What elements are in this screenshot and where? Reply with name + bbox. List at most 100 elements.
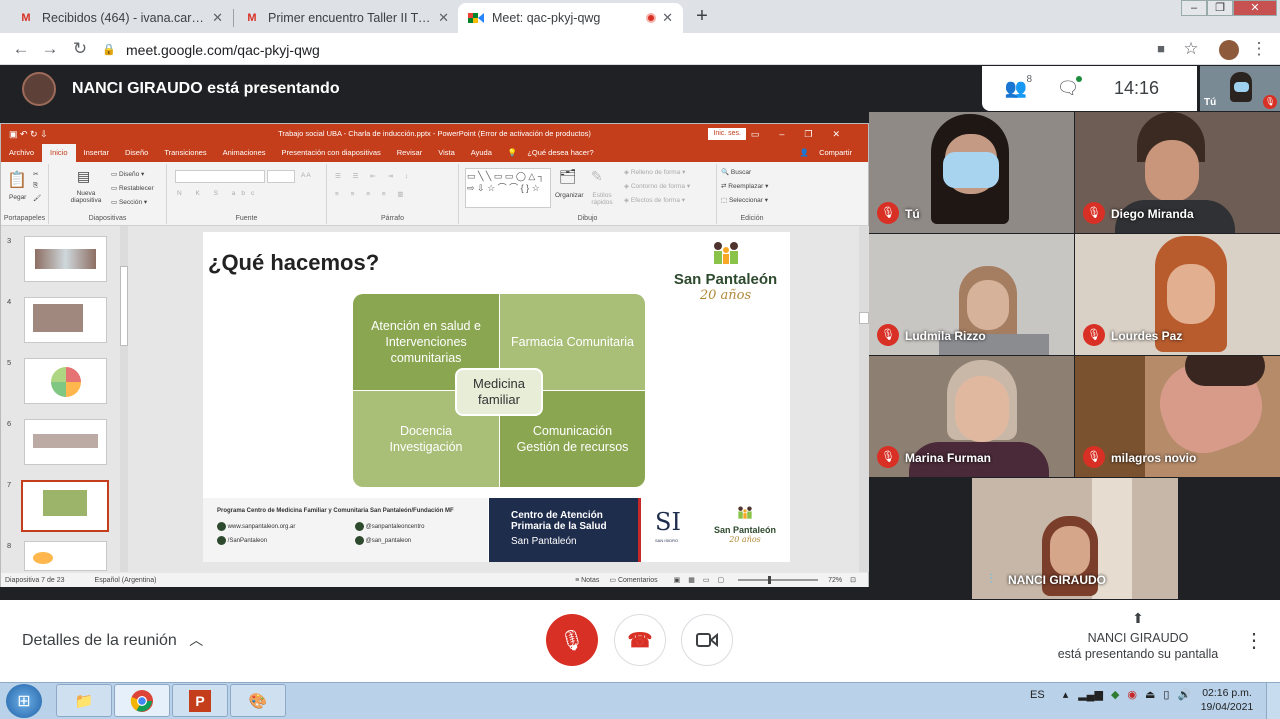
explorer-taskbar-button[interactable]: 📁 [56,684,112,717]
meeting-details-button[interactable]: Detalles de la reunión ︿ [22,630,203,650]
chat-icon[interactable]: 🗨 [1050,76,1086,99]
list-buttons[interactable]: ☰ ☰ ⇤ ⇥ ↕ [335,172,413,180]
participant-tile[interactable]: 🎙 Diego Miranda [1075,112,1280,233]
facebook-link[interactable]: /SanPantaleon [217,536,267,545]
tab-inicio[interactable]: Inicio [42,144,76,162]
fit-slide-icon[interactable]: ⊡ [850,576,856,584]
quick-styles-button[interactable]: Estilos rápidos [589,192,615,206]
align-buttons[interactable]: ≡ ≡ ≡ ≡ ▥ [335,190,409,198]
self-preview[interactable]: Tú 🎙 [1200,66,1280,111]
url-field[interactable]: 🔒 meet.google.com/qac-pkyj-qwg [102,37,1207,62]
paste-icon[interactable]: 📋 [7,170,27,190]
font-family-select[interactable] [175,170,265,183]
slide-thumbnail[interactable] [24,236,107,282]
tab-animaciones[interactable]: Animaciones [215,144,274,162]
find-button[interactable]: 🔍 Buscar [721,168,751,176]
show-desktop-button[interactable] [1266,683,1280,719]
tell-me-field[interactable]: 💡 ¿Qué desea hacer? [500,144,610,162]
antivirus-icon[interactable]: ◉ [1127,688,1137,701]
mic-toggle-button[interactable]: 🎙 [546,614,598,666]
shapes-gallery[interactable]: ▭ ╲ ╲ ▭ ▭ ◯ △ ┐ ⇨ ⇩ ☆ ⌒ ⌒ { } ☆ [465,168,551,208]
slide-thumbnail[interactable] [24,297,107,343]
replace-button[interactable]: ⇄ Reemplazar ▾ [721,182,768,190]
menu-dots-icon[interactable]: ⋮ [1248,38,1270,60]
tab-transiciones[interactable]: Transiciones [156,144,214,162]
tab-meet[interactable]: Meet: qac-pkyj-qwg ✕ [458,3,683,33]
tab-ayuda[interactable]: Ayuda [463,144,500,162]
paste-button[interactable]: Pegar [9,194,26,201]
notes-button[interactable]: ≡ Notas [575,577,599,584]
more-options-icon[interactable]: ⋮ [1244,628,1264,653]
window-controls[interactable]: ▭–❐✕ [751,124,860,144]
close-icon[interactable]: ✕ [212,10,223,26]
new-slide-icon[interactable]: ▤ [77,168,90,185]
twitter-link[interactable]: @san_pantaleon [355,536,411,545]
format-painter-icon[interactable]: 🖌 [33,194,41,202]
share-button[interactable]: 👤 Compartir [792,144,868,162]
profile-avatar[interactable] [1219,40,1239,60]
comments-button[interactable]: ▭ Comentarios [609,576,657,584]
tab-diseno[interactable]: Diseño [117,144,156,162]
arrange-button[interactable]: Organizar [555,192,584,199]
bookmark-star-icon[interactable]: ☆ [1180,38,1202,60]
people-icon[interactable]: 👥 8 [998,74,1034,99]
network-icon[interactable]: ▂▄▆ [1078,688,1103,701]
leave-call-button[interactable]: ☎ [614,614,666,666]
slide-thumbnail[interactable] [24,419,107,465]
shape-effects-button[interactable]: ◈ Efectos de forma ▾ [624,196,685,204]
grow-font-icon[interactable]: A A [301,172,311,179]
tab-insertar[interactable]: Insertar [76,144,117,162]
view-buttons[interactable]: ▣▦▭▢ [674,576,732,584]
minimize-button[interactable]: – [1181,0,1207,16]
select-button[interactable]: ⬚ Seleccionar ▾ [721,196,768,204]
close-icon[interactable]: ✕ [662,10,673,26]
participant-tile[interactable]: 🎙 Ludmila Rizzo [869,234,1074,355]
new-slide-button[interactable]: Nueva diapositiva [63,190,109,204]
tab-presentacion[interactable]: Presentación con diapositivas [274,144,389,162]
slide-thumbnail[interactable] [24,541,107,571]
tab-gmail-inbox[interactable]: M Recibidos (464) - ivana.carballeira ✕ [8,3,233,33]
presentation-status[interactable]: ⬆ NANCI GIRAUDO está presentando su pant… [1040,610,1236,662]
web-link[interactable]: www.sanpantaleon.org.ar [217,522,295,531]
font-size-select[interactable] [267,170,295,183]
layout-button[interactable]: ▭ Diseño ▾ [111,170,144,178]
chrome-taskbar-button[interactable] [114,684,170,717]
signin-button[interactable]: Inic. ses. [708,128,746,140]
tab-archivo[interactable]: Archivo [1,144,42,162]
save-icon[interactable]: ▣ ↶ ↻ ⇩ [9,124,48,144]
zoom-slider[interactable] [738,576,819,584]
quick-styles-icon[interactable]: ✎ [591,168,603,185]
copy-icon[interactable]: ⎘ [33,182,38,190]
start-button[interactable]: ⊞ [6,684,42,718]
shape-outline-button[interactable]: ◈ Contorno de forma ▾ [624,182,690,190]
shape-fill-button[interactable]: ◈ Relleno de forma ▾ [624,168,685,176]
volume-icon[interactable]: 🔊 [1177,688,1191,701]
section-button[interactable]: ▭ Sección ▾ [111,198,147,206]
participant-tile[interactable]: 🎙 Tú [869,112,1074,233]
thumbs-scrollbar[interactable] [120,226,128,572]
taskbar-clock[interactable]: 02:16 p.m. 19/04/2021 [1196,686,1258,714]
participant-tile-speaking[interactable]: ⫶ NANCI GIRAUDO [972,478,1178,599]
camera-permission-icon[interactable]: ■ [1150,38,1172,60]
maximize-button[interactable]: ❐ [1207,0,1233,16]
tab-gmail-encuentro[interactable]: M Primer encuentro Taller II Trabajo ✕ [234,3,459,33]
camera-toggle-button[interactable] [681,614,733,666]
tab-revisar[interactable]: Revisar [389,144,430,162]
paint-taskbar-button[interactable]: 🎨 [230,684,286,717]
tray-app-icon[interactable]: ◆ [1111,688,1119,701]
participant-tile[interactable]: 🎙 Lourdes Paz [1075,234,1280,355]
participant-tile[interactable]: 🎙 milagros novio [1075,356,1280,477]
powerpoint-taskbar-button[interactable]: P [172,684,228,717]
back-icon[interactable]: ← [10,38,32,60]
font-style-buttons[interactable]: N K S abc [177,190,260,197]
new-tab-button[interactable]: + [689,5,715,29]
instagram-link[interactable]: @sanpantaleoncentro [355,522,424,531]
participant-tile[interactable]: 🎙 Marina Furman [869,356,1074,477]
battery-icon[interactable]: ▯ [1163,688,1169,701]
slide-scrollbar[interactable] [859,226,869,572]
tab-vista[interactable]: Vista [430,144,463,162]
arrange-icon[interactable]: 🗂 [559,168,577,185]
usb-icon[interactable]: ⏏ [1145,688,1155,701]
slide-thumbnail[interactable] [24,358,107,404]
close-window-button[interactable]: ✕ [1233,0,1277,16]
